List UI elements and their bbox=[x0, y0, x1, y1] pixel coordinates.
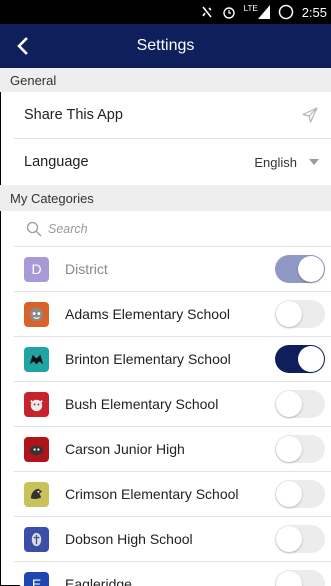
category-row-carson[interactable]: Carson Junior High bbox=[0, 427, 331, 471]
eagleridge-logo: E bbox=[24, 571, 49, 586]
back-button[interactable] bbox=[10, 34, 34, 58]
toggle-knob bbox=[276, 301, 302, 327]
toggle-knob bbox=[276, 481, 302, 507]
bush-toggle[interactable] bbox=[275, 390, 325, 418]
page-title: Settings bbox=[136, 37, 195, 54]
crimson-toggle[interactable] bbox=[275, 480, 325, 508]
adams-logo-icon bbox=[24, 301, 49, 327]
carson-logo-icon bbox=[24, 436, 49, 462]
search-icon bbox=[26, 221, 42, 237]
share-app-label: Share This App bbox=[24, 107, 123, 123]
signal-icon bbox=[257, 5, 270, 19]
dobson-toggle[interactable] bbox=[275, 525, 325, 553]
search-bar[interactable] bbox=[0, 212, 331, 246]
app-bar: Settings bbox=[0, 24, 331, 68]
district-toggle[interactable] bbox=[275, 255, 325, 283]
category-row-crimson[interactable]: Crimson Elementary School bbox=[0, 472, 331, 516]
adams-toggle[interactable] bbox=[275, 300, 325, 328]
category-row-adams[interactable]: Adams Elementary School bbox=[0, 292, 331, 336]
toggle-knob bbox=[298, 256, 324, 282]
brinton-logo-icon bbox=[24, 346, 49, 372]
search-input[interactable] bbox=[48, 222, 298, 236]
language-select[interactable]: English bbox=[254, 155, 319, 170]
toggle-knob bbox=[298, 346, 324, 372]
back-arrow-icon bbox=[17, 37, 28, 55]
dobson-logo-icon bbox=[24, 526, 49, 552]
bush-logo-icon bbox=[24, 391, 49, 417]
toggle-knob bbox=[276, 391, 302, 417]
section-header-my-categories: My Categories bbox=[0, 185, 331, 211]
language-value: English bbox=[254, 154, 297, 170]
share-app-row[interactable]: Share This App bbox=[0, 92, 331, 138]
category-row-brinton[interactable]: Brinton Elementary School bbox=[0, 337, 331, 381]
chevron-down-icon bbox=[309, 159, 319, 165]
category-row-dobson[interactable]: Dobson High School bbox=[0, 517, 331, 561]
alarm-icon bbox=[222, 7, 235, 19]
eagleridge-toggle[interactable] bbox=[275, 570, 325, 586]
toggle-knob bbox=[276, 436, 302, 462]
carson-toggle[interactable] bbox=[275, 435, 325, 463]
category-row-bush[interactable]: Bush Elementary School bbox=[0, 382, 331, 426]
language-label: Language bbox=[24, 154, 89, 170]
network-type: LTE bbox=[243, 3, 258, 13]
category-row-eagleridge[interactable]: E Eagleridge bbox=[0, 562, 331, 586]
clock: 2:55 bbox=[301, 4, 327, 20]
status-bar: LTE 2:55 bbox=[0, 0, 331, 24]
share-plane-icon[interactable] bbox=[301, 106, 319, 124]
brinton-toggle[interactable] bbox=[275, 345, 325, 373]
toggle-knob bbox=[276, 526, 302, 552]
crimson-logo-icon bbox=[24, 481, 49, 507]
district-logo: D bbox=[24, 256, 49, 282]
mute-icon bbox=[201, 6, 212, 18]
toggle-knob bbox=[276, 571, 302, 586]
category-row-district[interactable]: D District bbox=[0, 247, 331, 291]
section-header-general: General bbox=[0, 68, 331, 92]
battery-icon bbox=[278, 4, 293, 20]
language-row[interactable]: Language English bbox=[0, 139, 331, 185]
